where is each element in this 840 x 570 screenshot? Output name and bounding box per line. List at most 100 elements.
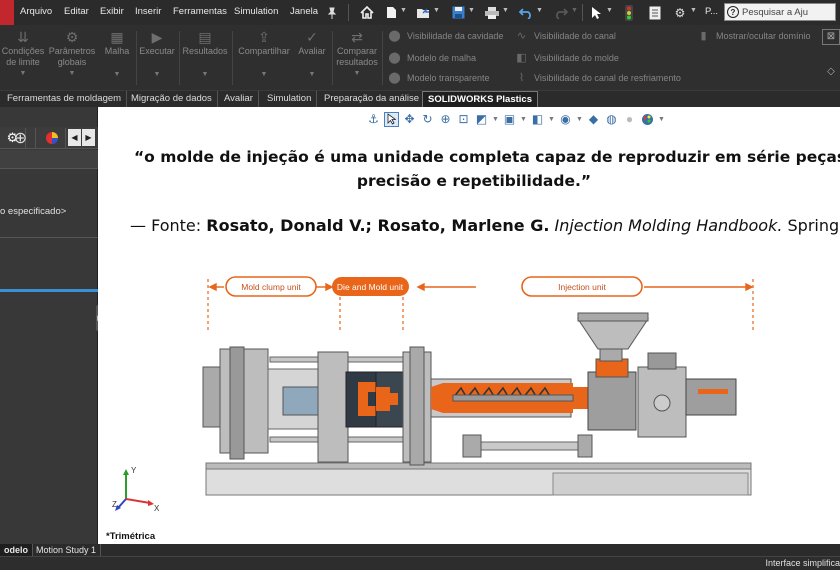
toggle-label: Visibilidade da cavidade [407, 31, 504, 41]
graphics-area[interactable]: ⚓ ✥ ↻ ⊕ ⊡ ◩ ▼ ▣ ▼ ◧ ▼ ◉ ▼ ◆ ◍ ● ▼ “o mol… [98, 107, 840, 544]
menu-inserir[interactable]: Inserir [135, 6, 161, 17]
share-button[interactable]: ⇪ Compartilhar ▼ [234, 29, 294, 80]
print-icon[interactable] [484, 4, 500, 21]
show-hide-domain-toggle[interactable]: ▮ Mostrar/ocultar domínio [697, 30, 811, 42]
button-label: Condições de limite [1, 46, 45, 67]
menu-simulation[interactable]: Simulation [234, 6, 278, 17]
rotate-icon[interactable]: ↻ [420, 112, 435, 127]
feed-block [587, 371, 637, 431]
undo-icon[interactable] [518, 4, 534, 21]
realview-icon[interactable]: ● [622, 112, 637, 127]
save-icon[interactable] [450, 4, 466, 21]
redo-icon[interactable] [553, 4, 569, 21]
new-document-icon[interactable] [384, 4, 398, 21]
evaluate-button[interactable]: ✓ Avaliar ▼ [294, 29, 330, 80]
select-cursor-icon[interactable] [588, 4, 604, 21]
pin-icon[interactable] [325, 4, 339, 21]
home-icon[interactable] [358, 4, 376, 21]
toggle-label: Visibilidade do molde [534, 53, 619, 63]
channel-visibility-icon: ∿ [516, 30, 527, 42]
quote-text: “o molde de injeção é uma unidade comple… [114, 145, 840, 193]
heads-up-toolbar: ⚓ ✥ ↻ ⊕ ⊡ ◩ ▼ ▣ ▼ ◧ ▼ ◉ ▼ ◆ ◍ ● ▼ [366, 110, 665, 128]
tab-evaluate[interactable]: Avaliar [219, 91, 259, 108]
tab-solidworks-plastics[interactable]: SOLIDWORKS Plastics [422, 91, 538, 108]
results-button[interactable]: ▤ Resultados ▼ [180, 29, 230, 80]
coordinate-triad: Y X Z [112, 466, 160, 513]
menu-janela[interactable]: Janela [290, 6, 318, 17]
cooling-channel-icon: ⌇ [518, 72, 525, 84]
chevron-down-icon[interactable]: ▼ [400, 7, 407, 14]
gear-icon[interactable]: ⚙ [672, 4, 688, 21]
edit-appearance-icon[interactable]: ◆ [586, 112, 601, 127]
mold-visibility-toggle[interactable]: ◧ Visibilidade do molde [515, 52, 619, 64]
zoom-fit-icon[interactable]: ⊡ [456, 112, 471, 127]
file-properties-icon[interactable] [648, 4, 662, 21]
chevron-down-icon[interactable]: ▼ [571, 7, 578, 14]
tab-analysis-prep[interactable]: Preparação da análise [319, 91, 426, 108]
tree-item-unspecified[interactable]: o especificado> [0, 206, 66, 217]
chevron-down-icon[interactable]: ▼ [520, 116, 527, 123]
section-view-icon[interactable]: ◩ [474, 112, 489, 127]
menu-ferramentas[interactable]: Ferramentas [173, 6, 227, 17]
channel-visibility-toggle[interactable]: ∿ Visibilidade do canal [515, 30, 616, 42]
open-folder-icon[interactable] [415, 4, 431, 21]
view-settings-icon[interactable] [640, 112, 655, 127]
tab-mold-tools[interactable]: Ferramentas de moldagem [2, 91, 128, 108]
panel-filter-row [0, 150, 98, 169]
appearance-icon[interactable] [38, 128, 66, 148]
transparent-model-toggle[interactable]: ⬤ Modelo transparente [388, 72, 489, 84]
chevron-down-icon: ▼ [308, 70, 316, 78]
chevron-down-icon[interactable]: ▼ [658, 116, 665, 123]
close-icon[interactable]: ⊠ [822, 29, 840, 45]
menu-editar[interactable]: Editar [64, 6, 89, 17]
run-button[interactable]: ▶ Executar ▼ [137, 29, 177, 80]
menu-arquivo[interactable]: Arquivo [20, 6, 52, 17]
chevron-down-icon[interactable]: ▼ [536, 7, 543, 14]
mesh-button[interactable]: ▦ Malha ▼ [100, 29, 134, 80]
cooling-channel-visibility-toggle[interactable]: ⌇ Visibilidade do canal de resfriamento [515, 72, 681, 84]
moving-platen [317, 351, 349, 463]
collapse-icon[interactable]: ◇ [822, 65, 840, 81]
crosshair-icon[interactable]: ⊕ [6, 128, 36, 148]
toggle-label: Mostrar/ocultar domínio [716, 31, 811, 41]
mesh-model-toggle[interactable]: ⬤ Modelo de malha [388, 52, 476, 64]
hide-show-icon[interactable]: ◉ [558, 112, 573, 127]
view-orientation-icon[interactable]: ⚓ [366, 112, 381, 127]
panel-tabs: ⚙ ⊕ ◀ ▶ [0, 127, 98, 149]
button-label: Comparar resultados [336, 46, 378, 67]
cavity-visibility-toggle[interactable]: ⬤ Visibilidade da cavidade [388, 30, 503, 42]
triad-y-label: Y [131, 466, 137, 475]
compare-results-button[interactable]: ⇄ Comparar resultados ▼ [334, 29, 380, 80]
chevron-down-icon[interactable]: ▼ [576, 116, 583, 123]
injection-unit-label: Injection unit [558, 282, 606, 292]
chevron-down-icon[interactable]: ▼ [690, 7, 697, 14]
global-parameters-button[interactable]: ⚙ Parâmetros globais ▼ [46, 29, 98, 80]
tab-data-migration[interactable]: Migração de dados [126, 91, 218, 108]
menu-exibir[interactable]: Exibir [100, 6, 124, 17]
chevron-left-icon[interactable]: ◀ [68, 129, 81, 146]
chevron-down-icon[interactable]: ▼ [548, 116, 555, 123]
scene-icon[interactable]: ◍ [604, 112, 619, 127]
zoom-in-icon[interactable]: ⊕ [438, 112, 453, 127]
mold-clamp-unit-label: Mold clump unit [241, 282, 301, 292]
search-help-input[interactable]: ? Pesquisar a Aju [724, 3, 836, 21]
pan-icon[interactable]: ✥ [402, 112, 417, 127]
tab-motion-study-1[interactable]: Motion Study 1 [32, 544, 102, 556]
view-cube-icon[interactable]: ▣ [502, 112, 517, 127]
chevron-down-icon[interactable]: ▼ [606, 7, 613, 14]
chevron-down-icon[interactable]: ▼ [433, 7, 440, 14]
chevron-right-icon[interactable]: ▶ [82, 129, 95, 146]
panel-split-handle[interactable] [0, 289, 98, 292]
chevron-down-icon[interactable]: ▼ [468, 7, 475, 14]
carriage-cylinder [477, 441, 579, 451]
display-style-icon[interactable]: ◧ [530, 112, 545, 127]
chevron-down-icon[interactable]: ▼ [502, 7, 509, 14]
status-text: Interface simplifica [765, 558, 840, 568]
boundary-conditions-button[interactable]: ⇊ Condições de limite ▼ [0, 29, 46, 80]
select-cursor-icon[interactable] [384, 111, 399, 127]
chevron-down-icon[interactable]: ▼ [492, 116, 499, 123]
tab-model[interactable]: odelo [0, 544, 33, 556]
tab-simulation[interactable]: Simulation [262, 91, 318, 108]
die-mold-unit-label: Die and Mold unit [337, 282, 404, 292]
traffic-light-icon[interactable] [624, 4, 634, 21]
